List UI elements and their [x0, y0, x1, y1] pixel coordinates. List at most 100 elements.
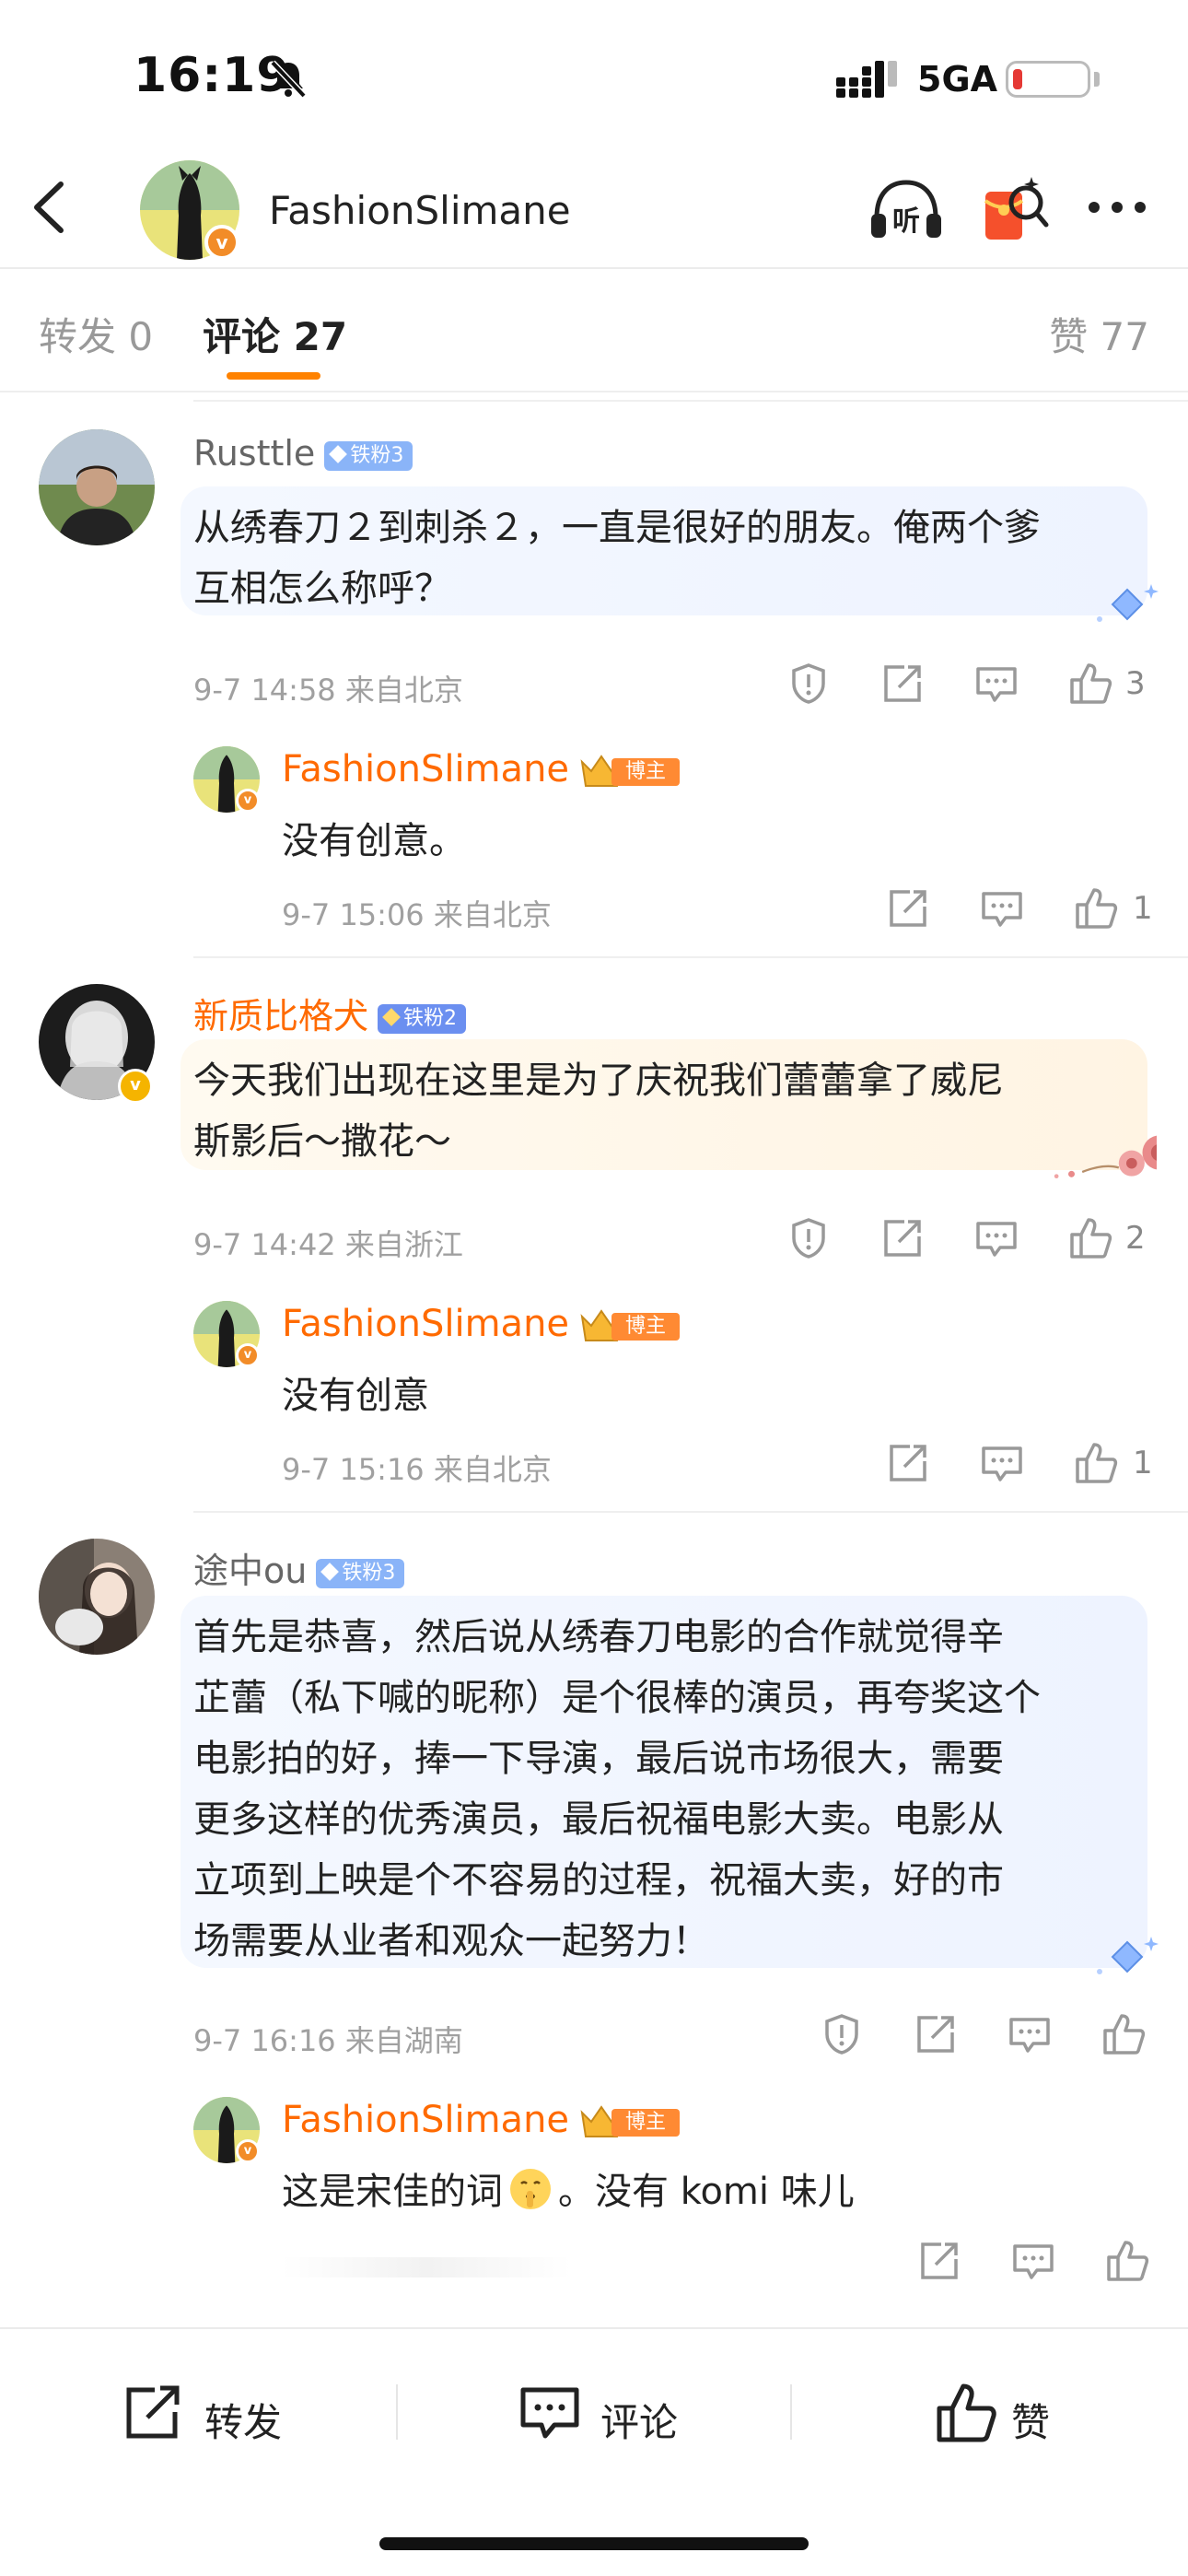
header: v FashionSlimane 听 — [0, 147, 1188, 269]
comment-text[interactable]: 今天我们出现在这里是为了庆祝我们蕾蕾拿了威尼 斯影后～撒花～ — [181, 1039, 1157, 1178]
like-thumb-icon[interactable] — [1068, 1216, 1112, 1260]
tab-forward[interactable]: 转发 0 — [39, 306, 153, 362]
blogger-badge: 博主 — [578, 1307, 681, 1344]
home-indicator[interactable] — [379, 2537, 809, 2550]
comment-actions: 2 — [783, 1216, 1151, 1268]
reply-author-text[interactable]: FashionSlimane — [282, 1303, 569, 1345]
verified-badge-icon: v — [118, 1069, 153, 1104]
comment-text-line: 斯影后～撒花～ — [193, 1120, 451, 1163]
more-icon[interactable] — [1085, 193, 1149, 221]
share-icon[interactable] — [880, 662, 925, 706]
tab-likes[interactable]: 赞 77 — [1049, 306, 1149, 362]
blogger-badge-label: 博主 — [611, 758, 681, 786]
reply-comment-icon[interactable] — [1011, 2239, 1055, 2283]
reply-comment-icon[interactable] — [980, 1441, 1024, 1485]
like-thumb-icon[interactable] — [1074, 886, 1118, 931]
fan-badge-label: 铁粉3 — [342, 1561, 396, 1585]
like-thumb-icon[interactable] — [1105, 2239, 1149, 2283]
comment-text-line: 互相怎么称呼？ — [193, 568, 451, 610]
sparkle-diamond-icon — [1097, 1937, 1159, 1974]
report-shield-icon[interactable] — [786, 662, 831, 706]
reply-meta-faded — [282, 2257, 571, 2277]
comment-text-line: 场需要从业者和观众一起努力！ — [193, 1920, 709, 1962]
fan-badge: 铁粉3 — [324, 440, 413, 471]
share-icon[interactable] — [886, 1441, 930, 1485]
comment-actions — [816, 2012, 1166, 2064]
fan-badge: 铁粉2 — [378, 1003, 467, 1034]
like-thumb-icon[interactable] — [1068, 662, 1112, 706]
share-icon[interactable] — [917, 2239, 961, 2283]
comment-text[interactable]: 从绣春刀２到刺杀２，一直是很好的朋友。俺两个爹 互相怎么称呼？ — [181, 486, 1159, 622]
fan-badge: 铁粉3 — [316, 1558, 405, 1588]
reply-text[interactable]: 没有创意。 — [282, 811, 466, 864]
forward-button[interactable]: 转发 — [122, 2381, 306, 2447]
reply-text[interactable]: 这是宋佳的词 。没有 komi 味儿 — [282, 2161, 855, 2215]
divider — [396, 2384, 398, 2440]
like-count: 2 — [1125, 1220, 1146, 1257]
comment-text-line: 更多这样的优秀演员，最后祝福电影大卖。电影从 — [193, 1798, 1004, 1841]
blogger-badge: 博主 — [578, 753, 681, 790]
mute-bell-icon — [270, 60, 307, 99]
shush-face-emoji-icon — [510, 2169, 551, 2209]
header-username[interactable]: FashionSlimane — [269, 188, 571, 233]
like-count: 1 — [1133, 890, 1153, 927]
like-thumb-icon[interactable] — [1074, 1441, 1118, 1485]
report-shield-icon[interactable] — [820, 2012, 864, 2056]
reply-comment-icon[interactable] — [1007, 2012, 1052, 2056]
like-icon — [937, 2383, 996, 2442]
reply-author[interactable]: FashionSlimane 博主 — [282, 1303, 681, 1345]
commenter-avatar[interactable] — [39, 429, 155, 545]
commenter-name-text[interactable]: 途中ou — [193, 1551, 307, 1591]
reply-author[interactable]: FashionSlimane 博主 — [282, 2099, 681, 2141]
fan-badge-label: 铁粉2 — [403, 1006, 458, 1030]
comment-actions: 3 — [783, 662, 1151, 713]
comment-button[interactable]: 评论 — [518, 2381, 702, 2447]
divider — [790, 2384, 792, 2440]
like-button[interactable]: 赞 — [934, 2381, 1081, 2447]
rose-flower-icon — [1054, 1135, 1157, 1178]
verified-badge-icon: v — [236, 789, 260, 813]
commenter-name[interactable]: 新质比格犬 铁粉2 — [193, 988, 467, 1038]
share-icon[interactable] — [914, 2012, 958, 2056]
comment-text[interactable]: 首先是恭喜，然后说从绣春刀电影的合作就觉得辛 芷蕾（私下喊的昵称）是个很棒的演员… — [181, 1596, 1159, 1974]
reply-comment-icon[interactable] — [980, 886, 1024, 931]
status-bar: 16:19 5GA — [0, 0, 1188, 147]
reply-comment-icon[interactable] — [974, 1216, 1019, 1260]
share-icon[interactable] — [880, 1216, 925, 1260]
comment-meta: 9-7 14:42 来自浙江 — [193, 1227, 463, 1262]
signal-icon — [836, 61, 897, 98]
commenter-name-text[interactable]: 新质比格犬 — [193, 996, 368, 1036]
comment-text-line: 立项到上映是个不容易的过程，祝福大卖，好的市 — [193, 1859, 1004, 1902]
reply-text-part: 这是宋佳的词 — [282, 2171, 503, 2213]
share-icon[interactable] — [886, 886, 930, 931]
reply-author-text[interactable]: FashionSlimane — [282, 748, 569, 790]
blogger-badge: 博主 — [578, 2103, 681, 2140]
reply-actions: 1 — [884, 1441, 1160, 1493]
reply-author[interactable]: FashionSlimane 博主 — [282, 748, 681, 790]
reply-meta: 9-7 15:16 来自北京 — [282, 1452, 552, 1487]
reply-comment-icon[interactable] — [974, 662, 1019, 706]
reply-text[interactable]: 没有创意 — [282, 1365, 429, 1419]
network-type: 5GA — [917, 59, 998, 100]
report-shield-icon[interactable] — [786, 1216, 831, 1260]
divider — [193, 956, 1188, 958]
commenter-name[interactable]: Rusttle 铁粉3 — [193, 433, 413, 474]
comment-meta: 9-7 14:58 来自北京 — [193, 673, 463, 708]
like-thumb-icon[interactable] — [1101, 2012, 1146, 2056]
listen-icon[interactable]: 听 — [868, 177, 945, 243]
tab-bar: 转发 0 评论 27 赞 77 — [0, 269, 1188, 392]
blogger-badge-label: 博主 — [611, 2109, 681, 2137]
verified-badge-icon: v — [204, 225, 239, 260]
reply-author-text[interactable]: FashionSlimane — [282, 2099, 569, 2141]
commenter-name[interactable]: 途中ou 铁粉3 — [193, 1542, 405, 1593]
tab-active-indicator — [227, 372, 320, 380]
tab-comments[interactable]: 评论 27 — [203, 306, 347, 362]
svg-text:听: 听 — [892, 205, 920, 238]
reply-actions: 1 — [884, 886, 1160, 938]
hongbao-icon[interactable] — [982, 173, 1050, 243]
commenter-name-text[interactable]: Rusttle — [193, 433, 315, 474]
reply-actions — [915, 2239, 1155, 2290]
commenter-avatar[interactable] — [39, 1539, 155, 1655]
comment-text-line: 芷蕾（私下喊的昵称）是个很棒的演员，再夸奖这个 — [193, 1677, 1041, 1719]
back-icon[interactable] — [22, 175, 77, 240]
